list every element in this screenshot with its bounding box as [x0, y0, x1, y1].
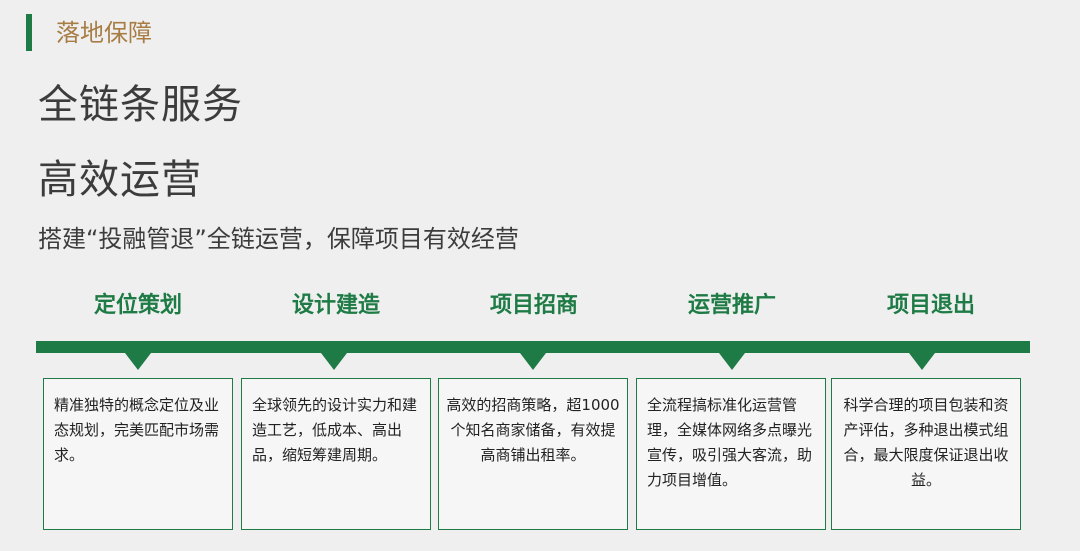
section-accent-bar [26, 14, 32, 51]
stage-title-exit: 项目退出 [886, 293, 975, 318]
headline-line-1: 全链条服务 [38, 82, 243, 128]
timeline-marker [125, 353, 151, 370]
headline-line-2: 高效运营 [38, 157, 202, 203]
section-label: 落地保障 [56, 19, 152, 47]
stage-card-exit: 科学合理的项目包装和资产评估，多种退出模式组合，最大限度保证退出收益。 [831, 378, 1021, 530]
stage-title-design: 设计建造 [291, 293, 380, 318]
timeline-marker [719, 353, 745, 370]
stage-title-leasing: 项目招商 [489, 293, 578, 318]
timeline-marker [909, 353, 935, 370]
stage-card-operation: 全流程搞标准化运营管理，全媒体网络多点曝光宣传，吸引强大客流，助力项目增值。 [636, 378, 826, 530]
stage-title-positioning: 定位策划 [93, 293, 182, 318]
timeline-marker [520, 353, 546, 370]
stage-card-positioning: 精准独特的概念定位及业态规划，完美匹配市场需求。 [43, 378, 233, 530]
stage-card-design: 全球领先的设计实力和建造工艺，低成本、高出品，缩短筹建周期。 [241, 378, 431, 530]
timeline-bar [36, 341, 1030, 353]
stage-card-leasing: 高效的招商策略，超1000个知名商家储备，有效提高商铺出租率。 [438, 378, 628, 530]
timeline-marker [321, 353, 347, 370]
stage-title-operation: 运营推广 [687, 293, 776, 318]
subtitle: 搭建“投融管退”全链运营，保障项目有效经营 [38, 225, 519, 253]
